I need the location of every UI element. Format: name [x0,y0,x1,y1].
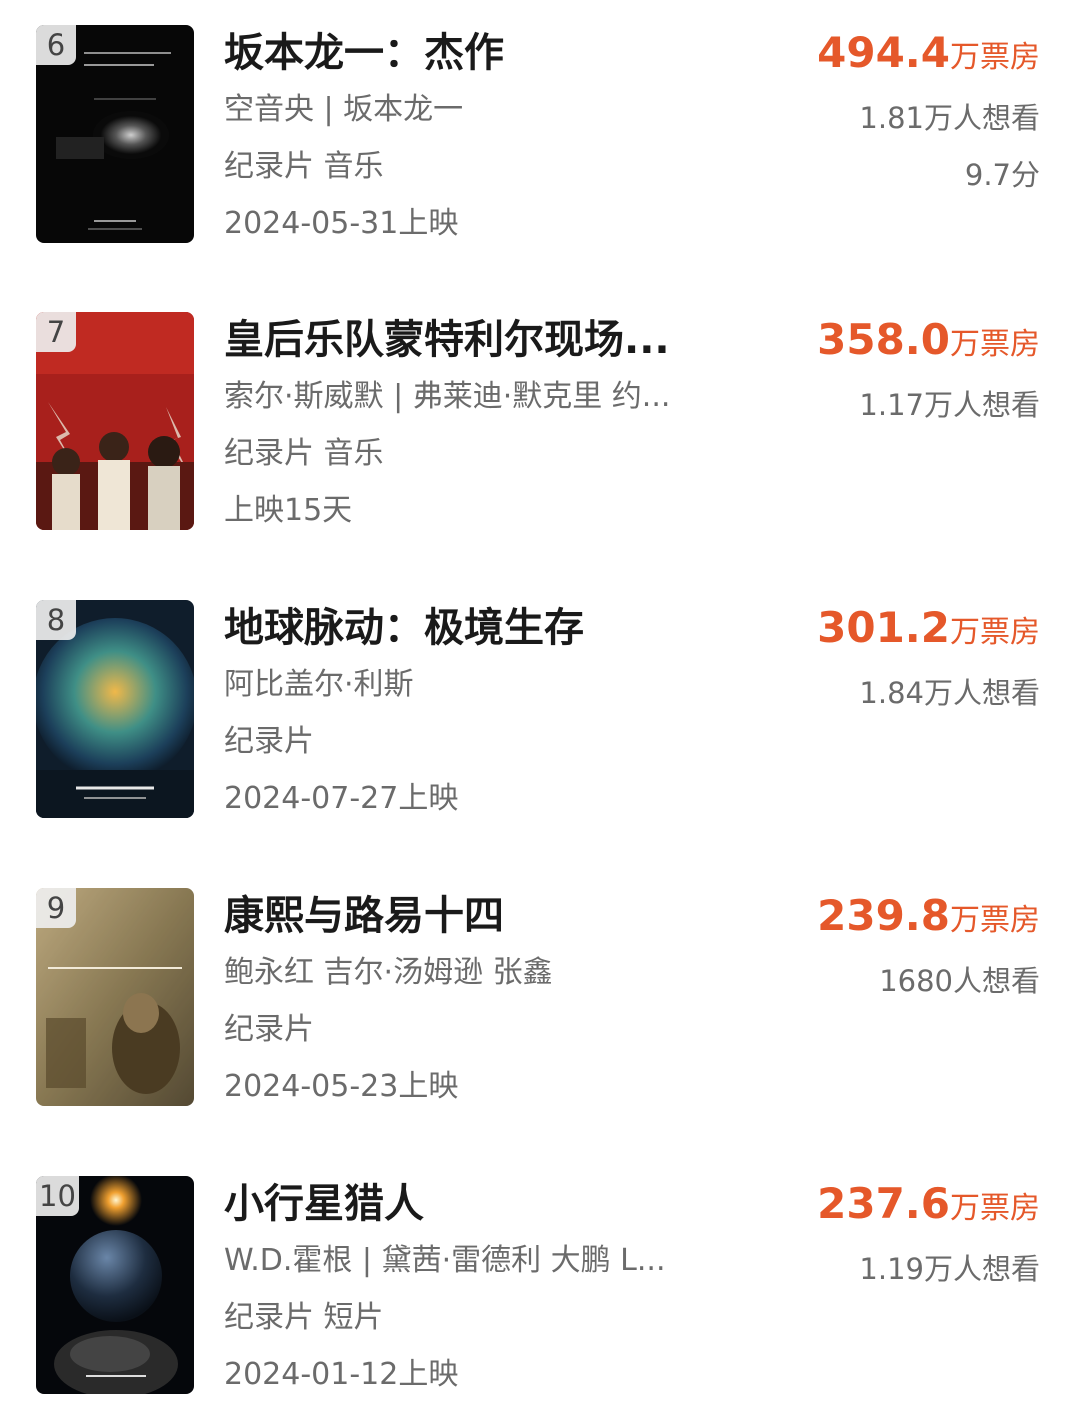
box-office-unit: 万票房 [950,903,1040,938]
movie-poster[interactable]: 8 [36,600,194,818]
box-office-unit: 万票房 [950,615,1040,650]
box-office: 358.0万票房 [817,312,1040,377]
movie-people: 鲍永红 吉尔·汤姆逊 张鑫 [224,955,553,990]
box-office: 494.4万票房 [817,25,1040,90]
movie-genre: 纪录片 [224,1012,314,1047]
box-office: 239.8万票房 [817,888,1040,953]
movie-row[interactable]: 6 坂本龙一：杰作 空音央 | 坂本龙一 纪录片 音乐 2024-05-31上映… [0,25,1080,255]
movie-release: 2024-07-27上映 [224,781,459,816]
rank-badge: 10 [36,1176,79,1216]
movie-poster[interactable]: 7 [36,312,194,530]
movie-people: 空音央 | 坂本龙一 [224,92,464,127]
box-office-unit: 万票房 [950,327,1040,362]
movie-poster[interactable]: 9 [36,888,194,1106]
movie-title[interactable]: 康熙与路易十四 [224,888,764,944]
want-to-see-count: 1.84万人想看 [859,676,1040,710]
movie-title[interactable]: 小行星猎人 [224,1176,764,1232]
movie-info: 小行星猎人 W.D.霍根 | 黛茜·雷德利 大鹏 L... 纪录片 短片 202… [224,1176,764,1403]
movie-stats: 494.4万票房 1.81万人想看 9.7分 [817,25,1040,204]
box-office-unit: 万票房 [950,1191,1040,1226]
box-office: 301.2万票房 [817,600,1040,665]
movie-stats: 301.2万票房 1.84万人想看 [817,600,1040,722]
want-to-see-count: 1680人想看 [879,964,1040,998]
movie-stats: 237.6万票房 1.19万人想看 [817,1176,1040,1298]
box-office: 237.6万票房 [817,1176,1040,1241]
movie-info: 皇后乐队蒙特利尔现场... 索尔·斯威默 | 弗莱迪·默克里 约... 纪录片 … [224,312,764,539]
box-office-value: 237.6 [817,1179,950,1228]
movie-people: W.D.霍根 | 黛茜·雷德利 大鹏 L... [224,1243,666,1278]
movie-info: 坂本龙一：杰作 空音央 | 坂本龙一 纪录片 音乐 2024-05-31上映 [224,25,764,252]
movie-stats: 239.8万票房 1680人想看 [817,888,1040,1010]
movie-poster[interactable]: 10 [36,1176,194,1394]
movie-genre: 纪录片 [224,724,314,759]
movie-row[interactable]: 10 小行星猎人 W.D.霍根 | 黛茜·雷德利 大鹏 L... 纪录片 短片 … [0,1176,1080,1406]
movie-score: 9.7分 [964,158,1040,192]
movie-info: 地球脉动：极境生存 阿比盖尔·利斯 纪录片 2024-07-27上映 [224,600,764,827]
want-to-see-count: 1.17万人想看 [859,388,1040,422]
movie-genre: 纪录片 音乐 [224,149,384,184]
want-to-see-count: 1.81万人想看 [859,101,1040,135]
movie-row[interactable]: 8 地球脉动：极境生存 阿比盖尔·利斯 纪录片 2024-07-27上映 301… [0,600,1080,830]
box-office-unit: 万票房 [950,40,1040,75]
movie-ranking-list: 6 坂本龙一：杰作 空音央 | 坂本龙一 纪录片 音乐 2024-05-31上映… [0,0,1080,1423]
rank-badge: 7 [36,312,76,352]
movie-release: 2024-01-12上映 [224,1357,459,1392]
box-office-value: 358.0 [817,315,950,364]
movie-info: 康熙与路易十四 鲍永红 吉尔·汤姆逊 张鑫 纪录片 2024-05-23上映 [224,888,764,1115]
rank-badge: 9 [36,888,76,928]
rank-badge: 8 [36,600,76,640]
movie-title[interactable]: 皇后乐队蒙特利尔现场... [224,312,764,368]
movie-people: 索尔·斯威默 | 弗莱迪·默克里 约... [224,379,671,414]
movie-people: 阿比盖尔·利斯 [224,667,414,702]
movie-title[interactable]: 地球脉动：极境生存 [224,600,764,656]
box-office-value: 239.8 [817,891,950,940]
movie-release: 上映15天 [224,493,353,528]
movie-release: 2024-05-23上映 [224,1069,459,1104]
movie-title[interactable]: 坂本龙一：杰作 [224,25,764,81]
movie-release: 2024-05-31上映 [224,206,459,241]
movie-stats: 358.0万票房 1.17万人想看 [817,312,1040,434]
movie-genre: 纪录片 音乐 [224,436,384,471]
movie-poster[interactable]: 6 [36,25,194,243]
movie-row[interactable]: 7 皇后乐队蒙特利尔现场... 索尔·斯威默 | 弗莱迪·默克里 约... 纪录… [0,312,1080,542]
rank-badge: 6 [36,25,76,65]
movie-genre: 纪录片 短片 [224,1300,384,1335]
movie-row[interactable]: 9 康熙与路易十四 鲍永红 吉尔·汤姆逊 张鑫 纪录片 2024-05-23上映… [0,888,1080,1118]
box-office-value: 494.4 [817,28,950,77]
want-to-see-count: 1.19万人想看 [859,1252,1040,1286]
box-office-value: 301.2 [817,603,950,652]
